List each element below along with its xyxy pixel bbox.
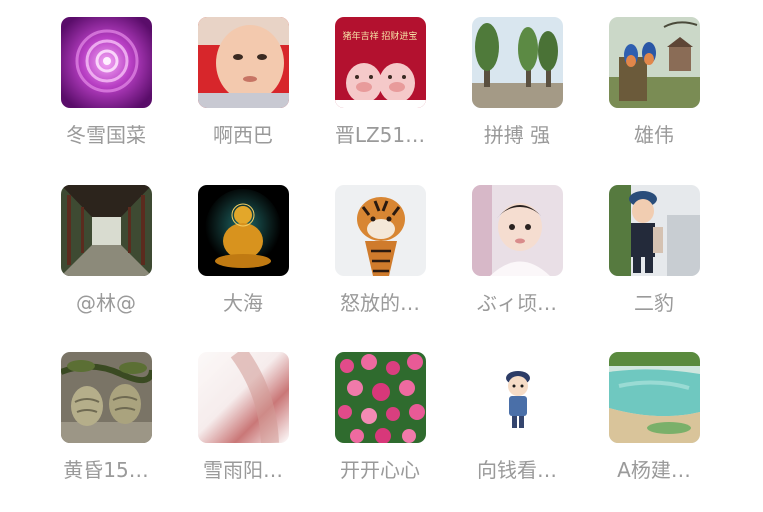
avatar[interactable] [61,17,152,108]
avatar[interactable] [198,352,289,443]
bluebirds-icon [609,17,700,108]
contact-item[interactable]: 大海 [175,185,311,345]
contact-name: 开开心心 [340,458,420,482]
contact-name: 晋LZ51… [334,123,426,147]
tiger-icon [335,185,426,276]
avatar[interactable] [61,185,152,276]
blurred-light-icon [198,352,289,443]
avatar[interactable] [198,185,289,276]
contact-name: 怒放的… [340,291,420,315]
contact-item[interactable]: 雪雨阳… [175,352,311,512]
avatar[interactable] [335,352,426,443]
contact-name: 啊西巴 [213,123,273,147]
avatar[interactable] [609,17,700,108]
contact-item[interactable]: 冬雪国菜 [38,17,174,177]
contact-item[interactable]: 向钱看… [449,352,585,512]
golden-buddha-icon [198,185,289,276]
chibi-figure-icon [472,352,563,443]
contact-item[interactable]: 拼搏 强 [449,17,585,177]
contact-name: 二豹 [634,291,674,315]
contact-name: A杨建… [617,458,691,482]
corridor-icon [61,185,152,276]
avatar[interactable] [335,185,426,276]
avatar[interactable] [609,185,700,276]
contact-item[interactable]: 二豹 [586,185,722,345]
contact-name: 雄伟 [634,123,674,147]
avatar[interactable] [472,185,563,276]
contact-item[interactable]: 雄伟 [586,17,722,177]
contact-name: 黄昏15… [63,458,149,482]
walnuts-icon [61,352,152,443]
pink-flowers-icon [335,352,426,443]
contact-item[interactable]: ぶィ顷… [449,185,585,345]
contact-item[interactable]: A杨建… [586,352,722,512]
lake-landscape-icon [609,352,700,443]
avatar-caption: 猪年吉祥 招财进宝 [343,30,418,42]
purple-rose-icon [61,17,152,108]
contact-item[interactable]: @林@ [38,185,174,345]
contact-item[interactable]: 怒放的… [312,185,448,345]
contact-item[interactable]: 猪年吉祥 招财进宝 晋LZ51… [312,17,448,177]
contact-item[interactable]: 开开心心 [312,352,448,512]
contact-item[interactable]: 啊西巴 [175,17,311,177]
avatar[interactable] [609,352,700,443]
contact-name: 大海 [223,291,263,315]
contact-name: 向钱看… [477,458,557,482]
baby-girl-icon [472,185,563,276]
avatar[interactable] [198,17,289,108]
contact-name: ぶィ顷… [477,291,557,315]
tree-road-icon [472,17,563,108]
contact-name: 拼搏 强 [483,123,551,147]
contact-name: 冬雪国菜 [66,123,146,147]
avatar[interactable] [61,352,152,443]
boy-with-hat-icon [609,185,700,276]
avatar[interactable] [472,352,563,443]
baby-face-icon [198,17,289,108]
avatar[interactable] [472,17,563,108]
contact-grid: 冬雪国菜 啊西巴 猪年吉祥 招财进宝 晋LZ51… 拼搏 强 雄伟 @林@ 大海… [0,0,763,500]
avatar[interactable]: 猪年吉祥 招财进宝 [335,17,426,108]
contact-name: @林@ [76,291,136,315]
contact-name: 雪雨阳… [203,458,283,482]
contact-item[interactable]: 黄昏15… [38,352,174,512]
cartoon-pigs-icon: 猪年吉祥 招财进宝 [335,17,426,108]
